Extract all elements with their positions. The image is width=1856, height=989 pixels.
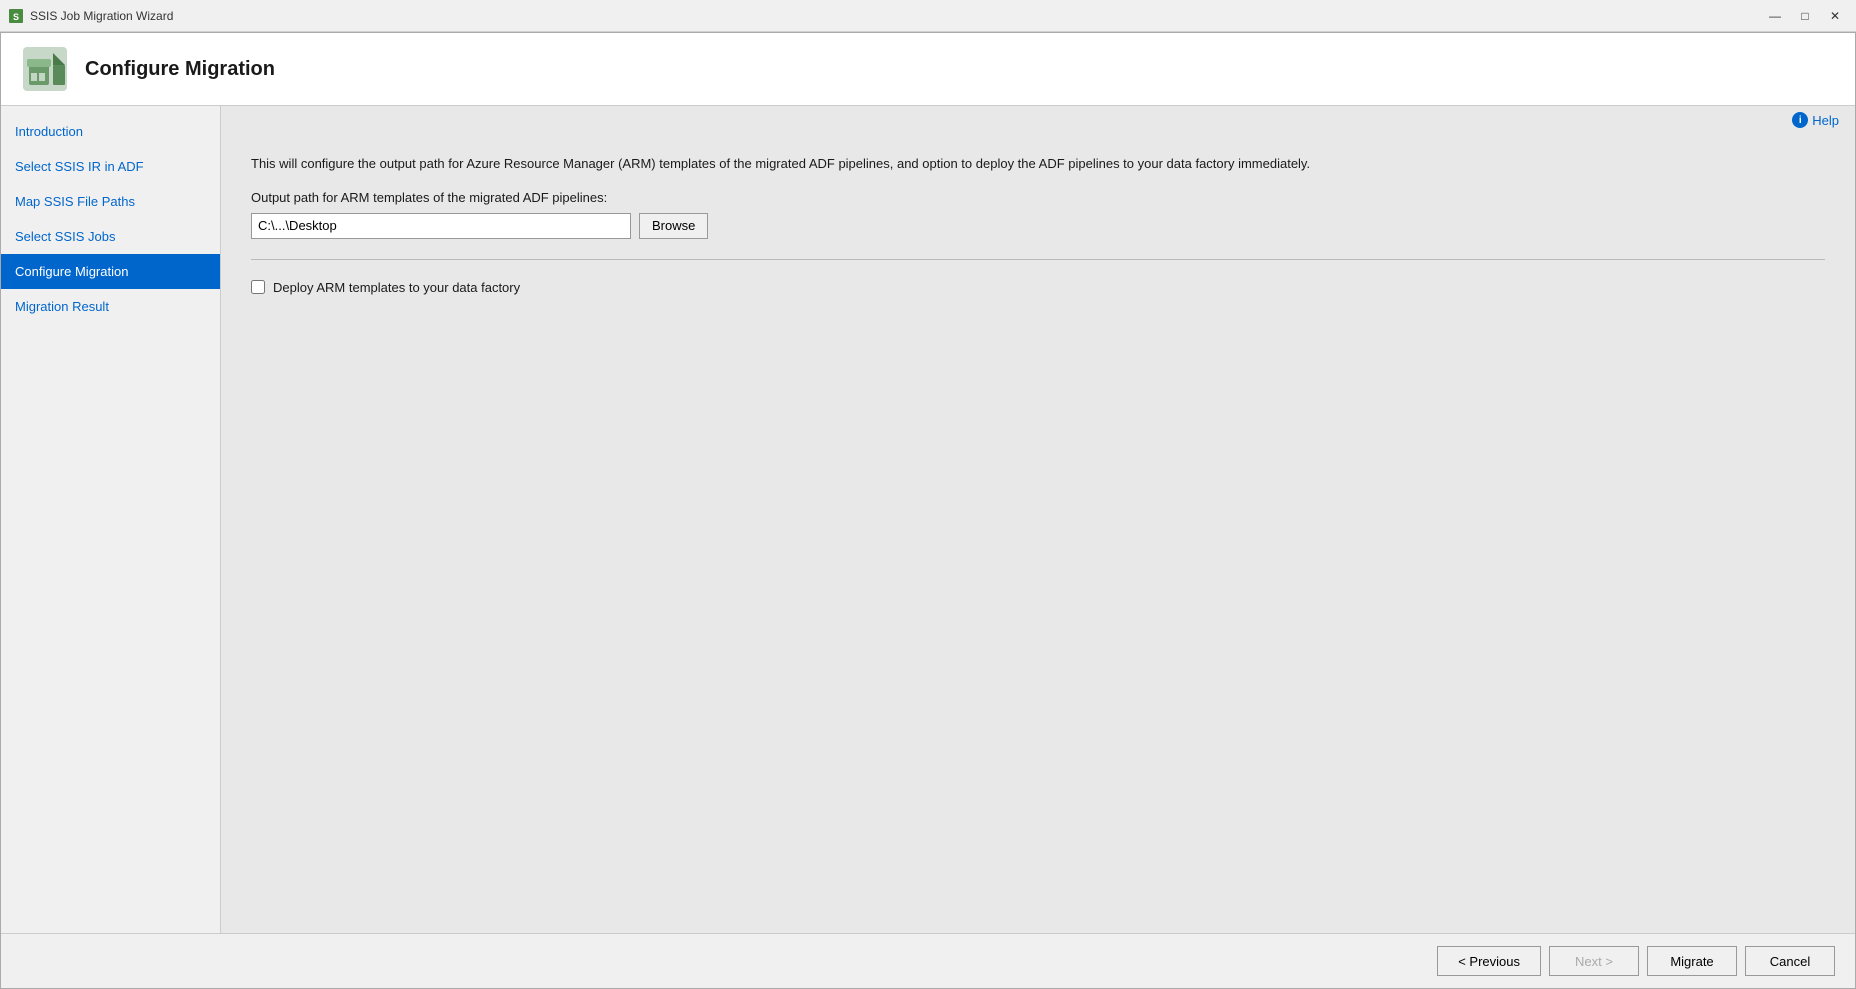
help-bar: i Help — [221, 106, 1855, 134]
minimize-button[interactable]: — — [1762, 6, 1788, 26]
titlebar: S SSIS Job Migration Wizard — □ ✕ — [0, 0, 1856, 32]
app-icon: S — [8, 8, 24, 24]
path-input[interactable] — [251, 213, 631, 239]
browse-button[interactable]: Browse — [639, 213, 708, 239]
maximize-button[interactable]: □ — [1792, 6, 1818, 26]
main-window: Configure Migration Introduction Select … — [0, 32, 1856, 989]
help-label: Help — [1812, 113, 1839, 128]
description-text: This will configure the output path for … — [251, 154, 1825, 174]
sidebar-item-select-ssis-jobs[interactable]: Select SSIS Jobs — [1, 219, 220, 254]
titlebar-title: SSIS Job Migration Wizard — [30, 9, 173, 23]
footer: < Previous Next > Migrate Cancel — [1, 933, 1855, 988]
svg-text:S: S — [13, 12, 19, 22]
path-row: Browse — [251, 213, 1825, 239]
help-icon: i — [1792, 112, 1808, 128]
help-link[interactable]: i Help — [1792, 112, 1839, 128]
previous-button[interactable]: < Previous — [1437, 946, 1541, 976]
deploy-checkbox-label[interactable]: Deploy ARM templates to your data factor… — [273, 280, 520, 295]
sidebar-item-introduction[interactable]: Introduction — [1, 114, 220, 149]
close-button[interactable]: ✕ — [1822, 6, 1848, 26]
header: Configure Migration — [1, 33, 1855, 106]
sidebar-item-select-ssis-ir[interactable]: Select SSIS IR in ADF — [1, 149, 220, 184]
main-panel: i Help This will configure the output pa… — [221, 106, 1855, 933]
divider — [251, 259, 1825, 260]
output-path-label: Output path for ARM templates of the mig… — [251, 190, 1825, 205]
deploy-checkbox[interactable] — [251, 280, 265, 294]
sidebar: Introduction Select SSIS IR in ADF Map S… — [1, 106, 221, 933]
titlebar-controls: — □ ✕ — [1762, 6, 1848, 26]
sidebar-item-migration-result[interactable]: Migration Result — [1, 289, 220, 324]
next-button[interactable]: Next > — [1549, 946, 1639, 976]
titlebar-left: S SSIS Job Migration Wizard — [8, 8, 173, 24]
panel-content: This will configure the output path for … — [221, 134, 1855, 933]
migrate-button[interactable]: Migrate — [1647, 946, 1737, 976]
header-icon — [21, 45, 69, 93]
sidebar-item-map-ssis-paths[interactable]: Map SSIS File Paths — [1, 184, 220, 219]
cancel-button[interactable]: Cancel — [1745, 946, 1835, 976]
content-area: Introduction Select SSIS IR in ADF Map S… — [1, 106, 1855, 933]
sidebar-item-configure-migration[interactable]: Configure Migration — [1, 254, 220, 289]
header-title: Configure Migration — [85, 58, 275, 81]
checkbox-row: Deploy ARM templates to your data factor… — [251, 280, 1825, 295]
